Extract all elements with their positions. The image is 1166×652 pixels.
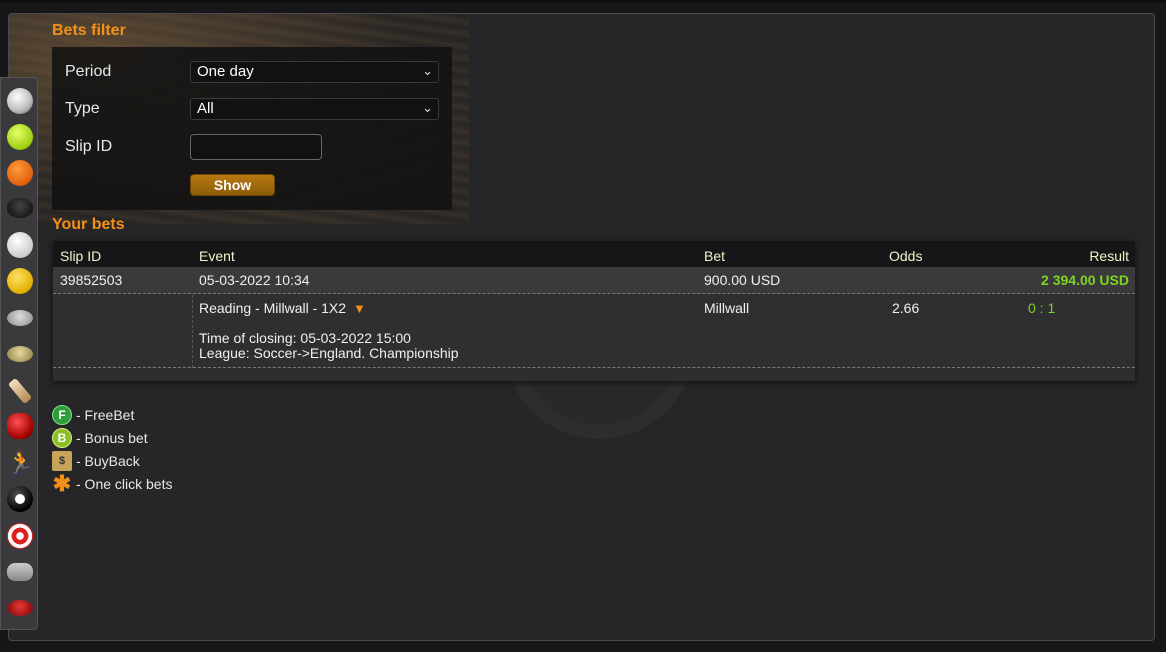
col-event: Event — [199, 248, 235, 264]
legend-bonus: B - Bonus bet — [52, 428, 148, 448]
table-header: Slip ID Event Bet Odds Result — [53, 241, 1135, 267]
rugby-icon[interactable] — [7, 346, 33, 362]
chevron-down-icon: ⌄ — [422, 63, 433, 78]
aussie-rules-icon[interactable] — [7, 600, 33, 616]
selection-cell: Millwall — [704, 300, 750, 316]
bet-detail: Reading - Millwall - 1X2 ▼ Millwall 2.66… — [53, 295, 1135, 368]
legend-one-click-text: - One click bets — [76, 476, 173, 492]
handball-icon[interactable] — [7, 268, 33, 294]
period-select[interactable]: One day ⌄ — [190, 61, 439, 83]
bets-filter-panel: Period One day ⌄ Type All ⌄ Slip ID Show — [52, 47, 452, 210]
odds-cell: 2.66 — [892, 300, 920, 316]
bets-table: Slip ID Event Bet Odds Result 39852503 0… — [53, 241, 1135, 381]
col-odds: Odds — [889, 248, 923, 264]
soccer-icon[interactable] — [7, 88, 33, 114]
volleyball-icon[interactable] — [7, 232, 33, 258]
main-panel: Bets filter Period One day ⌄ Type All ⌄ … — [8, 13, 1155, 641]
tennis-icon[interactable] — [7, 124, 33, 150]
amount-cell: 900.00 USD — [704, 272, 781, 288]
event-name-text: Reading - Millwall - 1X2 — [199, 300, 347, 316]
show-button[interactable]: Show — [190, 174, 275, 196]
boxing-icon[interactable] — [7, 413, 33, 439]
col-bet: Bet — [704, 248, 726, 264]
darts-icon[interactable] — [7, 523, 33, 549]
page: Bets filter Period One day ⌄ Type All ⌄ … — [0, 0, 1166, 652]
chevron-down-icon: ⌄ — [422, 100, 433, 115]
sports-sidebar: 🏃 — [0, 77, 38, 630]
type-select[interactable]: All ⌄ — [190, 98, 439, 120]
league-info: League: Soccer->England. Championship — [199, 345, 459, 361]
detail-spacer — [53, 295, 193, 368]
result-cell: 2 394.00 USD — [1041, 272, 1129, 288]
legend-buyback: $ - BuyBack — [52, 451, 140, 471]
cricket-icon[interactable] — [7, 377, 33, 405]
slip-id-cell: 39852503 — [60, 272, 123, 288]
slip-id-input[interactable] — [190, 134, 322, 160]
type-label: Type — [65, 100, 100, 117]
top-bar — [0, 0, 1166, 3]
american-football-icon[interactable] — [7, 310, 33, 326]
expand-arrow-icon[interactable]: ▼ — [353, 301, 366, 316]
bets-filter-title: Bets filter — [52, 22, 126, 39]
billiards-icon[interactable] — [7, 486, 33, 512]
type-value: All — [197, 100, 214, 117]
legend-one-click: ✱ - One click bets — [52, 471, 173, 496]
hockey-puck-icon[interactable] — [7, 198, 33, 218]
your-bets-title: Your bets — [52, 216, 125, 233]
period-value: One day — [197, 63, 254, 80]
period-label: Period — [65, 63, 112, 80]
date-cell: 05-03-2022 10:34 — [199, 272, 310, 288]
legend-freebet-text: - FreeBet — [76, 407, 135, 423]
esports-icon[interactable] — [7, 563, 33, 581]
legend-buyback-text: - BuyBack — [76, 453, 140, 469]
legend-bonus-text: - Bonus bet — [76, 430, 148, 446]
slip-id-label: Slip ID — [65, 138, 113, 155]
closing-time: Time of closing: 05-03-2022 15:00 — [199, 330, 411, 346]
table-row[interactable]: 39852503 05-03-2022 10:34 900.00 USD 2 3… — [53, 267, 1135, 294]
bonus-bet-icon: B — [52, 428, 72, 448]
buyback-icon: $ — [52, 451, 72, 471]
legend-freebet: F - FreeBet — [52, 405, 134, 425]
athletics-icon[interactable]: 🏃 — [7, 450, 34, 476]
one-click-icon: ✱ — [52, 471, 72, 496]
freebet-icon: F — [52, 405, 72, 425]
col-result: Result — [1089, 248, 1129, 264]
score-cell: 0 : 1 — [1028, 300, 1056, 316]
event-name: Reading - Millwall - 1X2 ▼ — [199, 300, 366, 316]
col-slip-id: Slip ID — [60, 248, 102, 264]
basketball-icon[interactable] — [7, 160, 33, 186]
